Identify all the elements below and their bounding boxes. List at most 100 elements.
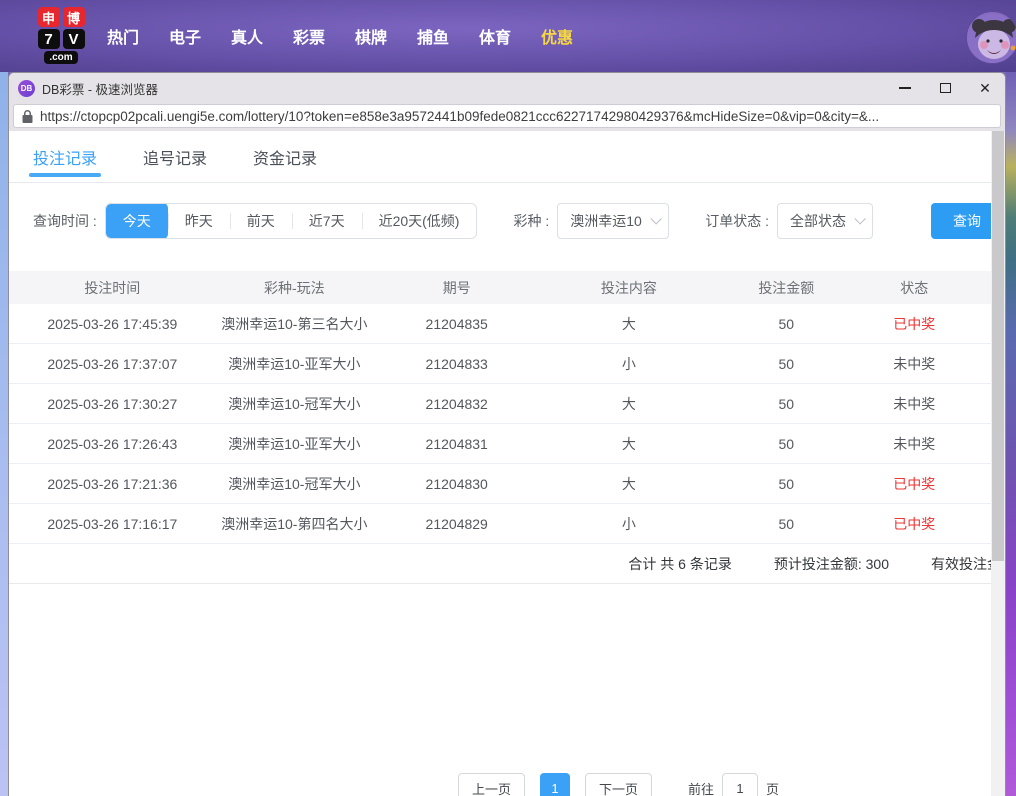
nav-item[interactable]: 彩票 [293, 24, 325, 48]
nav-item[interactable]: 体育 [479, 24, 511, 48]
page-content: 投注记录追号记录资金记录 查询时间 : 今天昨天前天近7天近20天(低频) 彩种… [9, 131, 1005, 796]
chevron-down-icon [651, 213, 662, 224]
nav-item[interactable]: 棋牌 [355, 24, 387, 48]
cell-issue: 21204830 [373, 476, 540, 492]
url-bar: https://ctopcp02pcali.uengi5e.com/lotter… [9, 103, 1005, 131]
time-range-group: 今天昨天前天近7天近20天(低频) [105, 203, 478, 239]
record-tabs: 投注记录追号记录资金记录 [9, 131, 1005, 183]
close-icon: ✕ [979, 81, 991, 95]
table-header-row: 投注时间 彩种-玩法 期号 投注内容 投注金额 状态 [9, 271, 993, 304]
desktop-background-right [1006, 72, 1016, 796]
window-title: DB彩票 - 极速浏览器 [42, 79, 158, 98]
maximize-button[interactable] [925, 73, 965, 103]
table-row[interactable]: 2025-03-26 17:21:36 澳洲幸运10-冠军大小 21204830… [9, 464, 993, 504]
time-range-option[interactable]: 近20天(低频) [362, 203, 477, 239]
cell-issue: 21204833 [373, 356, 540, 372]
goto-label: 前往 [688, 779, 714, 796]
lottery-select[interactable]: 澳洲幸运10 [557, 203, 669, 239]
avatar-illustration [967, 12, 1016, 64]
cell-status: 未中奖 [855, 354, 973, 374]
time-range-option[interactable]: 近7天 [292, 203, 362, 239]
header-bet-time: 投注时间 [9, 278, 216, 298]
cell-bet-time: 2025-03-26 17:21:36 [9, 476, 216, 492]
nav-item[interactable]: 电子 [169, 24, 201, 48]
cell-bet-amount: 50 [717, 356, 855, 372]
cell-bet-amount: 50 [717, 396, 855, 412]
cell-bet-content: 小 [540, 354, 717, 374]
status-filter-label: 订单状态 : [705, 211, 769, 231]
cell-status: 已中奖 [855, 514, 973, 534]
chevron-down-icon [855, 213, 866, 224]
url-text: https://ctopcp02pcali.uengi5e.com/lotter… [40, 109, 879, 124]
cell-status: 已中奖 [855, 474, 973, 494]
logo-char-bo: 博 [63, 7, 85, 27]
filter-bar: 查询时间 : 今天昨天前天近7天近20天(低频) 彩种 : 澳洲幸运10 订单状… [9, 203, 1005, 239]
cell-bet-content: 大 [540, 314, 717, 334]
tab[interactable]: 资金记录 [253, 131, 317, 183]
lottery-select-value: 澳洲幸运10 [570, 211, 642, 231]
order-status-select[interactable]: 全部状态 [777, 203, 873, 239]
time-range-option[interactable]: 前天 [230, 203, 292, 239]
prev-page-button[interactable]: 上一页 [458, 773, 525, 796]
table-row[interactable]: 2025-03-26 17:37:07 澳洲幸运10-亚军大小 21204833… [9, 344, 993, 384]
cell-bet-content: 小 [540, 514, 717, 534]
cell-bet-time: 2025-03-26 17:45:39 [9, 316, 216, 332]
lock-icon [22, 110, 33, 123]
table-body: 2025-03-26 17:45:39 澳洲幸运10-第三名大小 2120483… [9, 304, 993, 544]
cell-bet-time: 2025-03-26 17:16:17 [9, 516, 216, 532]
cell-status: 未中奖 [855, 394, 973, 414]
cell-bet-amount: 50 [717, 316, 855, 332]
cell-issue: 21204835 [373, 316, 540, 332]
goto-page-input[interactable] [722, 773, 758, 796]
tab[interactable]: 追号记录 [143, 131, 207, 183]
table-row[interactable]: 2025-03-26 17:30:27 澳洲幸运10-冠军大小 21204832… [9, 384, 993, 424]
address-field[interactable]: https://ctopcp02pcali.uengi5e.com/lotter… [13, 104, 1001, 128]
table-row[interactable]: 2025-03-26 17:16:17 澳洲幸运10-第四名大小 2120482… [9, 504, 993, 544]
cell-issue: 21204831 [373, 436, 540, 452]
site-nav: 热门 电子 真人 彩票 棋牌 捕鱼 体育 优惠 [107, 0, 603, 72]
nav-item[interactable]: 捕鱼 [417, 24, 449, 48]
page-number-1[interactable]: 1 [540, 773, 570, 796]
cell-status: 已中奖 [855, 314, 973, 334]
minimize-button[interactable] [885, 73, 925, 103]
scrollbar-thumb[interactable] [992, 131, 1004, 561]
site-logo[interactable]: 申 博 7 V .com [35, 7, 87, 64]
cell-lottery-play: 澳洲幸运10-亚军大小 [216, 354, 373, 374]
logo-char-v: V [63, 29, 85, 49]
time-range-option[interactable]: 今天 [106, 203, 168, 239]
cell-lottery-play: 澳洲幸运10-冠军大小 [216, 474, 373, 494]
browser-window: DB DB彩票 - 极速浏览器 ✕ https://ctopcp02pcali.… [8, 72, 1006, 796]
next-page-button[interactable]: 下一页 [585, 773, 652, 796]
tab[interactable]: 投注记录 [33, 131, 97, 183]
cell-issue: 21204832 [373, 396, 540, 412]
user-avatar[interactable] [966, 11, 1016, 64]
nav-item[interactable]: 热门 [107, 24, 139, 48]
minimize-icon [899, 87, 911, 89]
header-lottery-play: 彩种-玩法 [216, 278, 373, 298]
window-titlebar[interactable]: DB DB彩票 - 极速浏览器 ✕ [9, 73, 1005, 103]
cell-lottery-play: 澳洲幸运10-亚军大小 [216, 434, 373, 454]
pagination: 上一页 1 下一页 前往 页 [458, 773, 779, 796]
cell-bet-time: 2025-03-26 17:26:43 [9, 436, 216, 452]
logo-char-shen: 申 [38, 7, 60, 27]
logo-char-7: 7 [38, 29, 60, 49]
summary-expected-amount: 预计投注金额: 300 [774, 554, 889, 574]
nav-item[interactable]: 真人 [231, 24, 263, 48]
lottery-filter-label: 彩种 : [513, 211, 549, 231]
maximize-icon [940, 83, 951, 93]
summary-row: 合计 共 6 条记录 预计投注金额: 300 有效投注金额 [9, 544, 1005, 584]
app-icon: DB [18, 80, 35, 97]
cell-lottery-play: 澳洲幸运10-第四名大小 [216, 514, 373, 534]
header-status: 状态 [855, 278, 973, 298]
table-row[interactable]: 2025-03-26 17:45:39 澳洲幸运10-第三名大小 2120483… [9, 304, 993, 344]
cell-bet-amount: 50 [717, 436, 855, 452]
cell-lottery-play: 澳洲幸运10-冠军大小 [216, 394, 373, 414]
time-range-option[interactable]: 昨天 [168, 203, 230, 239]
table-row[interactable]: 2025-03-26 17:26:43 澳洲幸运10-亚军大小 21204831… [9, 424, 993, 464]
bet-records-table: 投注时间 彩种-玩法 期号 投注内容 投注金额 状态 2025-03-26 17… [9, 271, 993, 544]
close-button[interactable]: ✕ [965, 73, 1005, 103]
goto-suffix: 页 [766, 779, 779, 796]
vertical-scrollbar[interactable] [991, 131, 1005, 796]
nav-item[interactable]: 优惠 [541, 24, 573, 48]
summary-total: 合计 共 6 条记录 [628, 554, 731, 574]
